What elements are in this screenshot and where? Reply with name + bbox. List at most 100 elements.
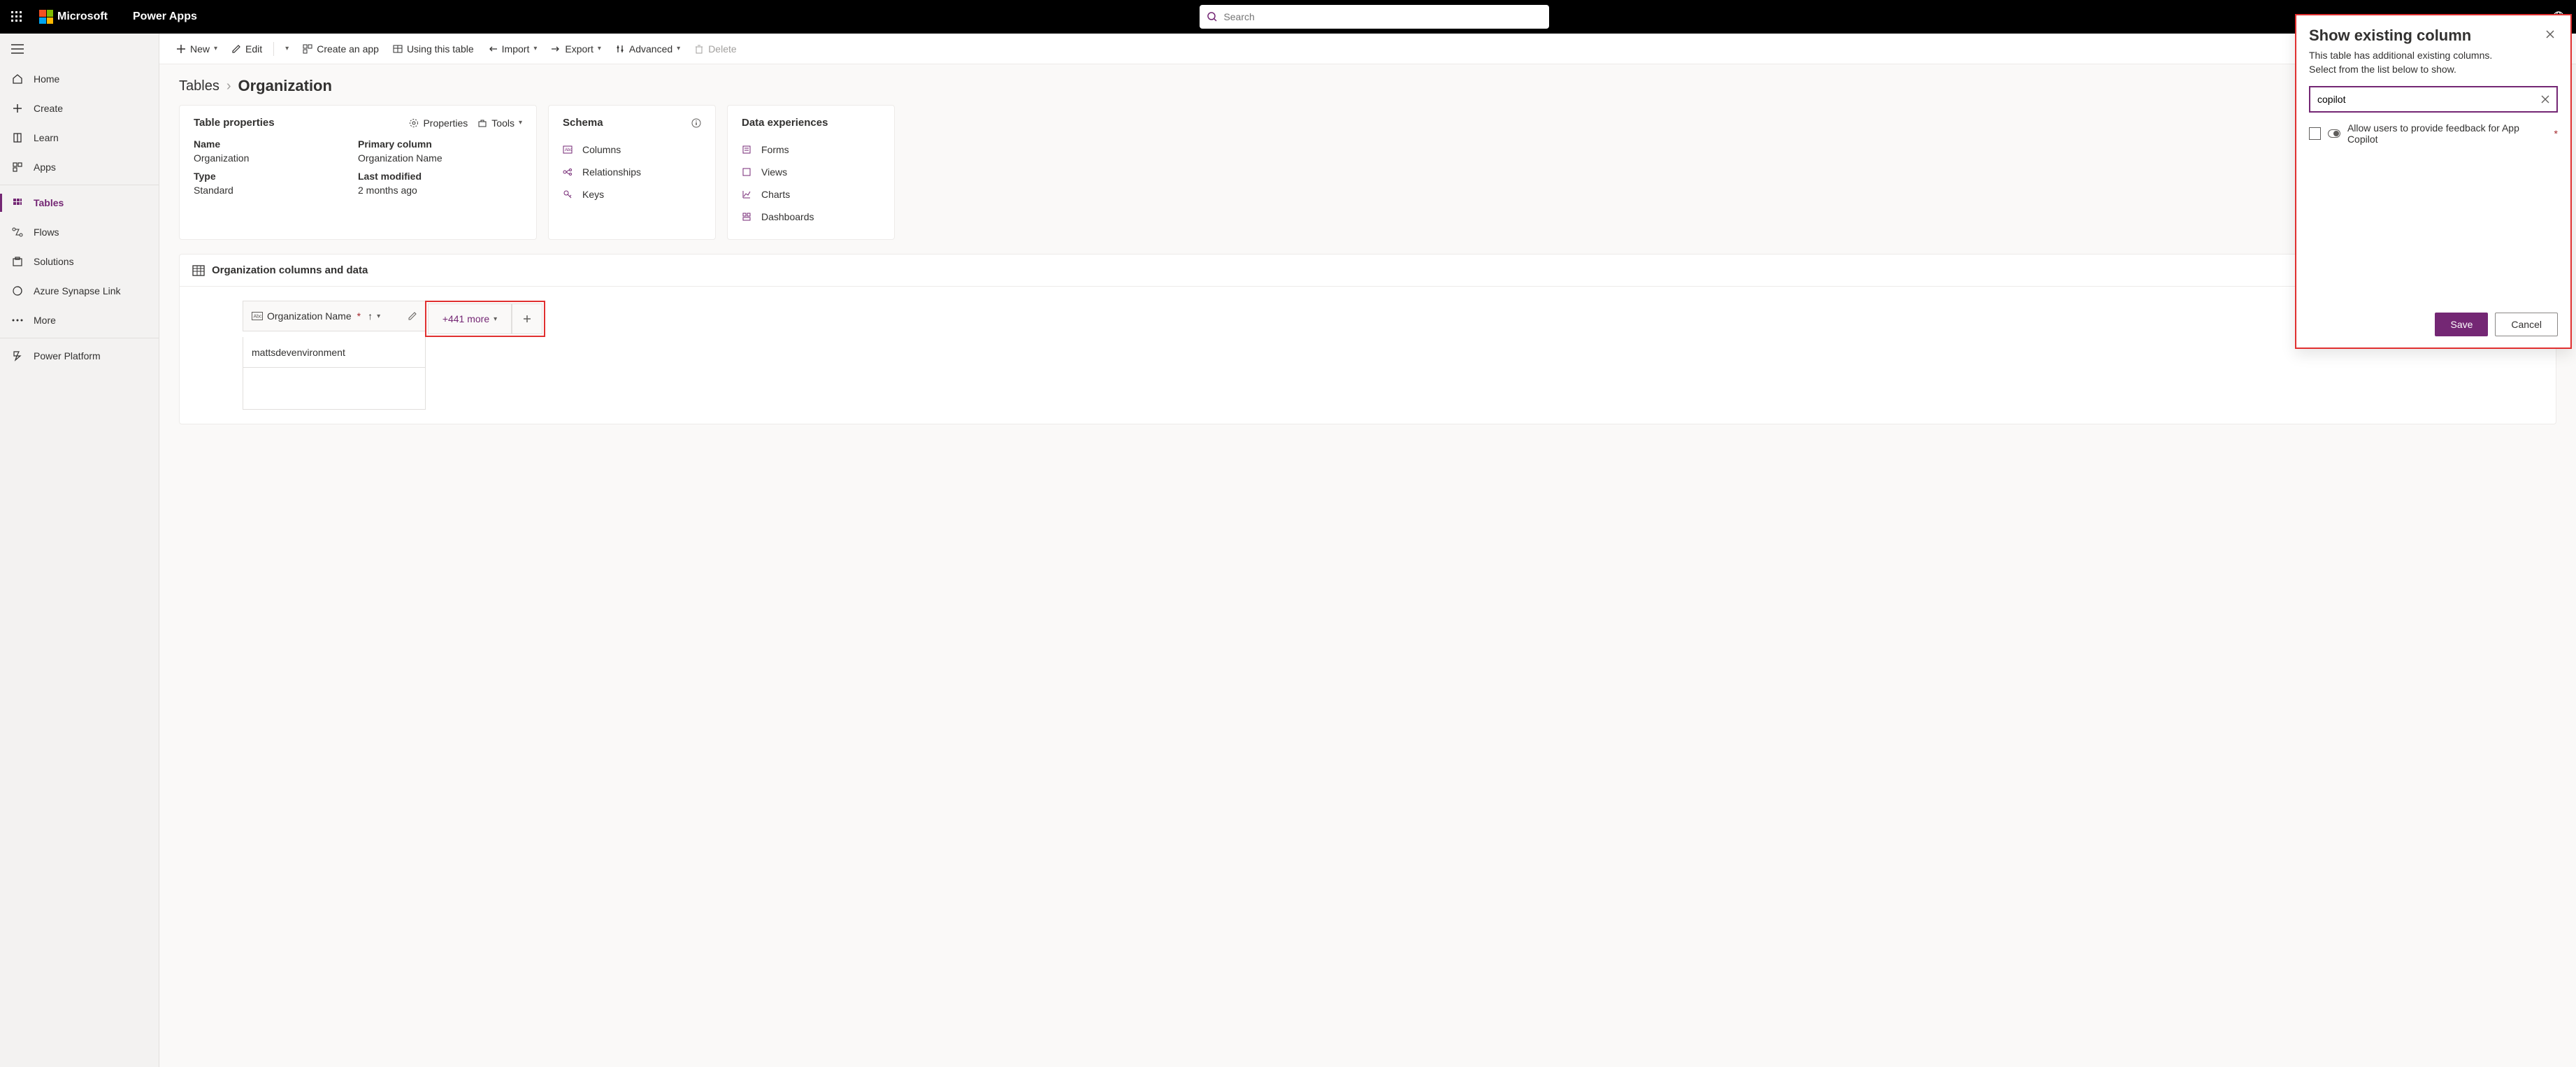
cmd-delete[interactable]: Delete xyxy=(689,38,742,60)
left-navigation: Home Create Learn Apps Tables Flows Solu… xyxy=(0,34,159,1067)
dexp-views[interactable]: Views xyxy=(742,161,880,183)
nav-learn[interactable]: Learn xyxy=(0,123,159,152)
book-icon xyxy=(11,131,24,144)
data-experiences-card: Data experiences Forms Views Charts Dash… xyxy=(727,105,895,240)
app-launcher-button[interactable] xyxy=(6,6,28,28)
apps-icon xyxy=(11,161,24,173)
search-input[interactable] xyxy=(1223,11,1542,22)
text-type-icon: Abc xyxy=(252,312,263,320)
columns-data-section: Organization columns and data Abc Organi… xyxy=(179,254,2556,424)
dashboards-icon xyxy=(742,212,754,222)
panel-search-field[interactable] xyxy=(2309,86,2558,113)
dexp-forms[interactable]: Forms xyxy=(742,138,880,161)
nav-toggle-button[interactable] xyxy=(0,34,159,64)
plus-icon xyxy=(11,102,24,115)
column-header-name[interactable]: Abc Organization Name* ↑ ▾ xyxy=(243,301,426,331)
synapse-icon xyxy=(11,285,24,297)
column-option-row[interactable]: Allow users to provide feedback for App … xyxy=(2309,122,2558,145)
cmd-using-table[interactable]: Using this table xyxy=(387,38,480,60)
panel-description-1: This table has additional existing colum… xyxy=(2309,49,2558,63)
waffle-icon xyxy=(11,11,22,22)
cmd-new[interactable]: New ▾ xyxy=(171,38,223,60)
data-cell[interactable]: mattsdevenvironment xyxy=(243,337,426,368)
properties-button[interactable]: Properties xyxy=(409,117,468,129)
prop-name-value: Organization xyxy=(194,152,358,164)
chevron-down-icon: ▾ xyxy=(494,315,497,323)
chevron-right-icon: › xyxy=(226,78,231,94)
card-title: Table properties xyxy=(194,117,275,129)
edit-pencil-icon[interactable] xyxy=(408,312,417,320)
nav-apps[interactable]: Apps xyxy=(0,152,159,182)
table-properties-card: Table properties Properties Tools ▾ xyxy=(179,105,537,240)
dexp-charts[interactable]: Charts xyxy=(742,183,880,206)
plus-icon xyxy=(176,44,186,54)
global-search[interactable] xyxy=(1200,5,1549,29)
svg-text:Abc: Abc xyxy=(254,315,263,320)
breadcrumb: Tables › Organization xyxy=(159,64,2576,105)
more-icon xyxy=(11,314,24,327)
import-icon xyxy=(488,44,498,54)
tools-button[interactable]: Tools ▾ xyxy=(477,117,522,129)
relationships-icon xyxy=(563,167,575,177)
nav-home[interactable]: Home xyxy=(0,64,159,94)
more-columns-highlight: +441 more ▾ xyxy=(425,301,545,337)
prop-type-label: Type xyxy=(194,171,358,182)
svg-text:Abc: Abc xyxy=(565,148,572,152)
nav-label: More xyxy=(34,315,56,326)
checkbox[interactable] xyxy=(2309,127,2321,140)
nav-tables[interactable]: Tables xyxy=(0,188,159,217)
cmd-export[interactable]: Export ▾ xyxy=(545,38,607,60)
schema-keys[interactable]: Keys xyxy=(563,183,701,206)
panel-title: Show existing column xyxy=(2309,27,2471,45)
section-title: Organization columns and data xyxy=(212,264,368,276)
nav-create[interactable]: Create xyxy=(0,94,159,123)
nav-power-platform[interactable]: Power Platform xyxy=(0,341,159,371)
nav-label: Apps xyxy=(34,162,56,173)
chevron-down-icon: ▾ xyxy=(214,45,217,52)
sliders-icon xyxy=(615,44,625,54)
more-columns-button[interactable]: +441 more ▾ xyxy=(428,303,512,334)
nav-synapse[interactable]: Azure Synapse Link xyxy=(0,276,159,306)
brand-text: Microsoft xyxy=(57,10,108,23)
nav-flows[interactable]: Flows xyxy=(0,217,159,247)
charts-icon xyxy=(742,189,754,199)
empty-cell[interactable] xyxy=(243,368,426,410)
save-button[interactable]: Save xyxy=(2435,313,2488,336)
nav-more[interactable]: More xyxy=(0,306,159,335)
chevron-down-icon: ▾ xyxy=(598,45,601,52)
breadcrumb-root[interactable]: Tables xyxy=(179,78,220,94)
add-column-button[interactable] xyxy=(512,303,542,334)
option-label: Allow users to provide feedback for App … xyxy=(2347,122,2546,145)
forms-icon xyxy=(742,145,754,155)
schema-columns[interactable]: Abc Columns xyxy=(563,138,701,161)
app-title: Power Apps xyxy=(133,10,197,23)
columns-icon: Abc xyxy=(563,145,575,154)
close-icon xyxy=(2545,29,2555,39)
prop-type-value: Standard xyxy=(194,185,358,196)
main-content: New ▾ Edit ▾ Create an app Using this ta… xyxy=(159,34,2576,1067)
cmd-import[interactable]: Import ▾ xyxy=(482,38,543,60)
flow-icon xyxy=(11,226,24,238)
cmd-edit-split[interactable]: ▾ xyxy=(280,38,294,60)
cmd-create-app[interactable]: Create an app xyxy=(297,38,384,60)
sort-asc-icon: ↑ xyxy=(368,310,373,322)
pencil-icon xyxy=(231,44,241,54)
close-button[interactable] xyxy=(2542,27,2558,42)
nav-solutions[interactable]: Solutions xyxy=(0,247,159,276)
nav-label: Tables xyxy=(34,197,64,208)
cmd-edit[interactable]: Edit xyxy=(226,38,268,60)
panel-search-input[interactable] xyxy=(2317,94,2535,105)
table-icon xyxy=(192,265,205,276)
chevron-down-icon: ▾ xyxy=(285,45,289,52)
toolbox-icon xyxy=(477,118,487,128)
dexp-dashboards[interactable]: Dashboards xyxy=(742,206,880,228)
cancel-button[interactable]: Cancel xyxy=(2495,313,2558,336)
panel-description-2: Select from the list below to show. xyxy=(2309,63,2558,77)
cmd-advanced[interactable]: Advanced ▾ xyxy=(610,38,686,60)
info-icon[interactable] xyxy=(691,118,701,128)
hamburger-icon xyxy=(11,44,24,54)
clear-icon[interactable] xyxy=(2541,95,2549,103)
nav-label: Flows xyxy=(34,227,59,238)
app-icon xyxy=(303,44,312,54)
schema-relationships[interactable]: Relationships xyxy=(563,161,701,183)
